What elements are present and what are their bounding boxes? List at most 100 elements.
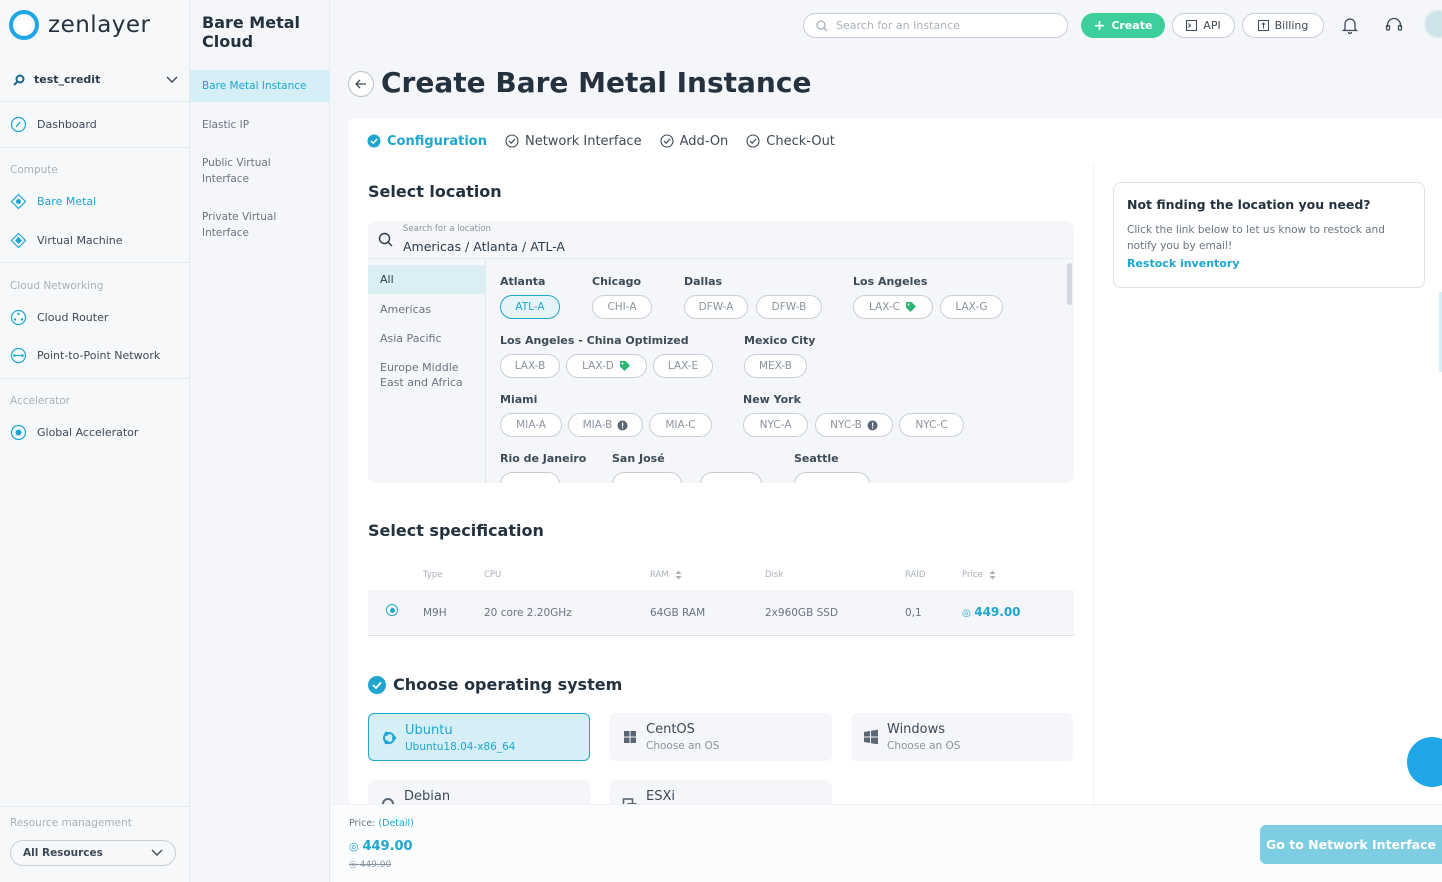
select-location-title: Select location [368,182,502,201]
city-los-angeles: Los Angeles [853,275,928,288]
column-header-ram[interactable]: RAM [650,570,682,580]
region-emea[interactable]: Europe Middle East and Africa [368,360,486,390]
sidebar-category-compute: Compute [10,164,58,176]
zone-chip-mia-c[interactable]: MIA-C [649,413,712,437]
zone-chip-dfw-b[interactable]: DFW-B [756,295,822,319]
region-asia-pacific[interactable]: Asia Pacific [368,331,486,346]
zone-chip-rio-partial[interactable] [500,472,560,483]
location-search-input[interactable]: Search for a location Americas / Atlanta… [368,221,1074,259]
point-to-point-icon [10,347,27,364]
sidebar-item-global-accelerator[interactable]: Global Accelerator [10,424,138,441]
os-version: Choose an OS [887,740,961,752]
zone-chip-lax-c[interactable]: LAX-C [853,295,933,319]
region-americas[interactable]: Americas [368,302,486,317]
chevron-down-icon [166,76,178,83]
zone-chip-nyc-c[interactable]: NYC-C [899,413,964,437]
support-headset-icon[interactable] [1383,14,1405,36]
step-configuration[interactable]: Configuration [367,134,487,149]
sidebar-item-bare-metal[interactable]: Bare Metal [10,193,96,210]
sidebar-category-accelerator: Accelerator [10,395,70,407]
create-button-label: Create [1111,19,1153,32]
os-card-windows[interactable]: Windows Choose an OS [851,713,1073,761]
zone-chip-atl-a[interactable]: ATL-A [500,295,560,319]
subnav-item-public-virtual-interface[interactable]: Public Virtual Interface [190,155,290,187]
sort-icon [989,570,996,580]
price-detail-link[interactable]: (Detail) [378,818,413,829]
zone-chip-nyc-a[interactable]: NYC-A [743,413,808,437]
instance-search-input[interactable]: Search for an Instance [803,13,1068,38]
subnav-item-bare-metal-instance[interactable]: Bare Metal Instance [190,70,330,102]
api-button[interactable]: API [1172,13,1235,38]
main-sidebar: zenlayer test_credit Dashboard Compute B… [0,0,190,882]
city-mexico-city: Mexico City [744,334,816,347]
table-header: Type CPU RAM Disk RAID Price [368,560,1074,590]
step-check-out[interactable]: Check-Out [746,134,835,149]
resource-select[interactable]: All Resources [10,840,176,866]
check-circle-icon [505,134,519,148]
cell-raid: 0,1 [905,607,922,619]
location-scrollbar[interactable] [1067,263,1072,305]
column-header-price[interactable]: Price [962,570,996,580]
region-all[interactable]: All [368,265,486,294]
zone-chip-nyc-b[interactable]: NYC-B [815,413,893,437]
os-card-esxi[interactable]: ESXi [610,780,832,804]
zone-chip-sjc-partial[interactable] [700,472,762,483]
subnav-item-elastic-ip[interactable]: Elastic IP [190,117,330,133]
os-card-debian[interactable]: Debian [368,780,590,804]
step-network-interface[interactable]: Network Interface [505,134,642,149]
sort-icon [675,570,682,580]
sidebar-item-virtual-machine[interactable]: Virtual Machine [10,232,123,249]
zone-chip-lax-d[interactable]: LAX-D [566,354,647,378]
back-button[interactable] [348,71,374,97]
os-card-ubuntu[interactable]: Ubuntu Ubuntu18.04-x86_64 [368,713,590,761]
go-to-network-interface-button[interactable]: Go to Network Interface [1260,825,1442,864]
os-version: Choose an OS [646,740,720,752]
restock-inventory-link[interactable]: Restock inventory [1127,257,1411,270]
city-atlanta: Atlanta [500,275,546,288]
sidebar-item-dashboard[interactable]: Dashboard [10,116,97,133]
zone-chip-lax-b[interactable]: LAX-B [500,354,560,378]
zone-chip-sea-partial[interactable] [794,472,870,483]
step-add-on[interactable]: Add-On [660,134,728,149]
zenlayer-logo[interactable]: zenlayer [8,8,151,42]
zone-chip-dfw-a[interactable]: DFW-A [684,295,748,319]
account-switcher[interactable]: test_credit [0,58,190,102]
table-row[interactable]: M9H 20 core 2.20GHz 64GB RAM 2x960GB SSD… [368,590,1074,636]
step-label: Check-Out [766,133,835,149]
column-header-disk: Disk [765,570,784,580]
os-card-centos[interactable]: CentOS Choose an OS [610,713,832,761]
zone-chip-mia-a[interactable]: MIA-A [500,413,562,437]
cloud-router-icon [10,309,27,326]
city-new-york: New York [743,393,801,406]
location-search-placeholder: Search for a location [403,224,491,234]
location-picker: Search for a location Americas / Atlanta… [368,221,1074,483]
os-name: CentOS [646,722,695,737]
zone-chip-lax-g[interactable]: LAX-G [940,295,1003,319]
specification-table: Type CPU RAM Disk RAID Price M9H 20 core… [368,560,1074,636]
check-circle-filled-icon [368,675,386,694]
user-avatar[interactable] [1423,9,1442,39]
green-tag-icon [905,301,917,313]
subnav-item-private-virtual-interface[interactable]: Private Virtual Interface [190,209,290,241]
api-button-label: API [1203,19,1221,32]
billing-button[interactable]: Billing [1242,13,1324,38]
sidebar-item-cloud-router[interactable]: Cloud Router [10,309,108,326]
create-button[interactable]: + Create [1081,13,1165,38]
sidebar-item-point-to-point[interactable]: Point-to-Point Network [10,347,160,364]
zone-chip-sjc-partial[interactable] [612,472,682,483]
zenlayer-logo-icon [9,10,39,40]
zone-chip-chi-a[interactable]: CHI-A [592,295,652,319]
resource-management-label: Resource management [10,817,132,829]
esxi-icon [622,796,638,804]
spec-radio-button[interactable] [386,604,398,616]
os-name: ESXi [646,789,675,804]
os-version: Ubuntu18.04-x86_64 [405,741,516,753]
zone-chip-mex-b[interactable]: MEX-B [744,354,807,378]
column-header-raid: RAID [905,570,926,580]
notification-bell-icon[interactable] [1339,14,1361,36]
sidebar-item-label: Point-to-Point Network [37,349,161,362]
zone-chip-mia-b[interactable]: MIA-B [568,413,643,437]
column-header-label: RAM [650,570,669,580]
ubuntu-icon [381,730,397,746]
zone-chip-lax-e[interactable]: LAX-E [653,354,713,378]
